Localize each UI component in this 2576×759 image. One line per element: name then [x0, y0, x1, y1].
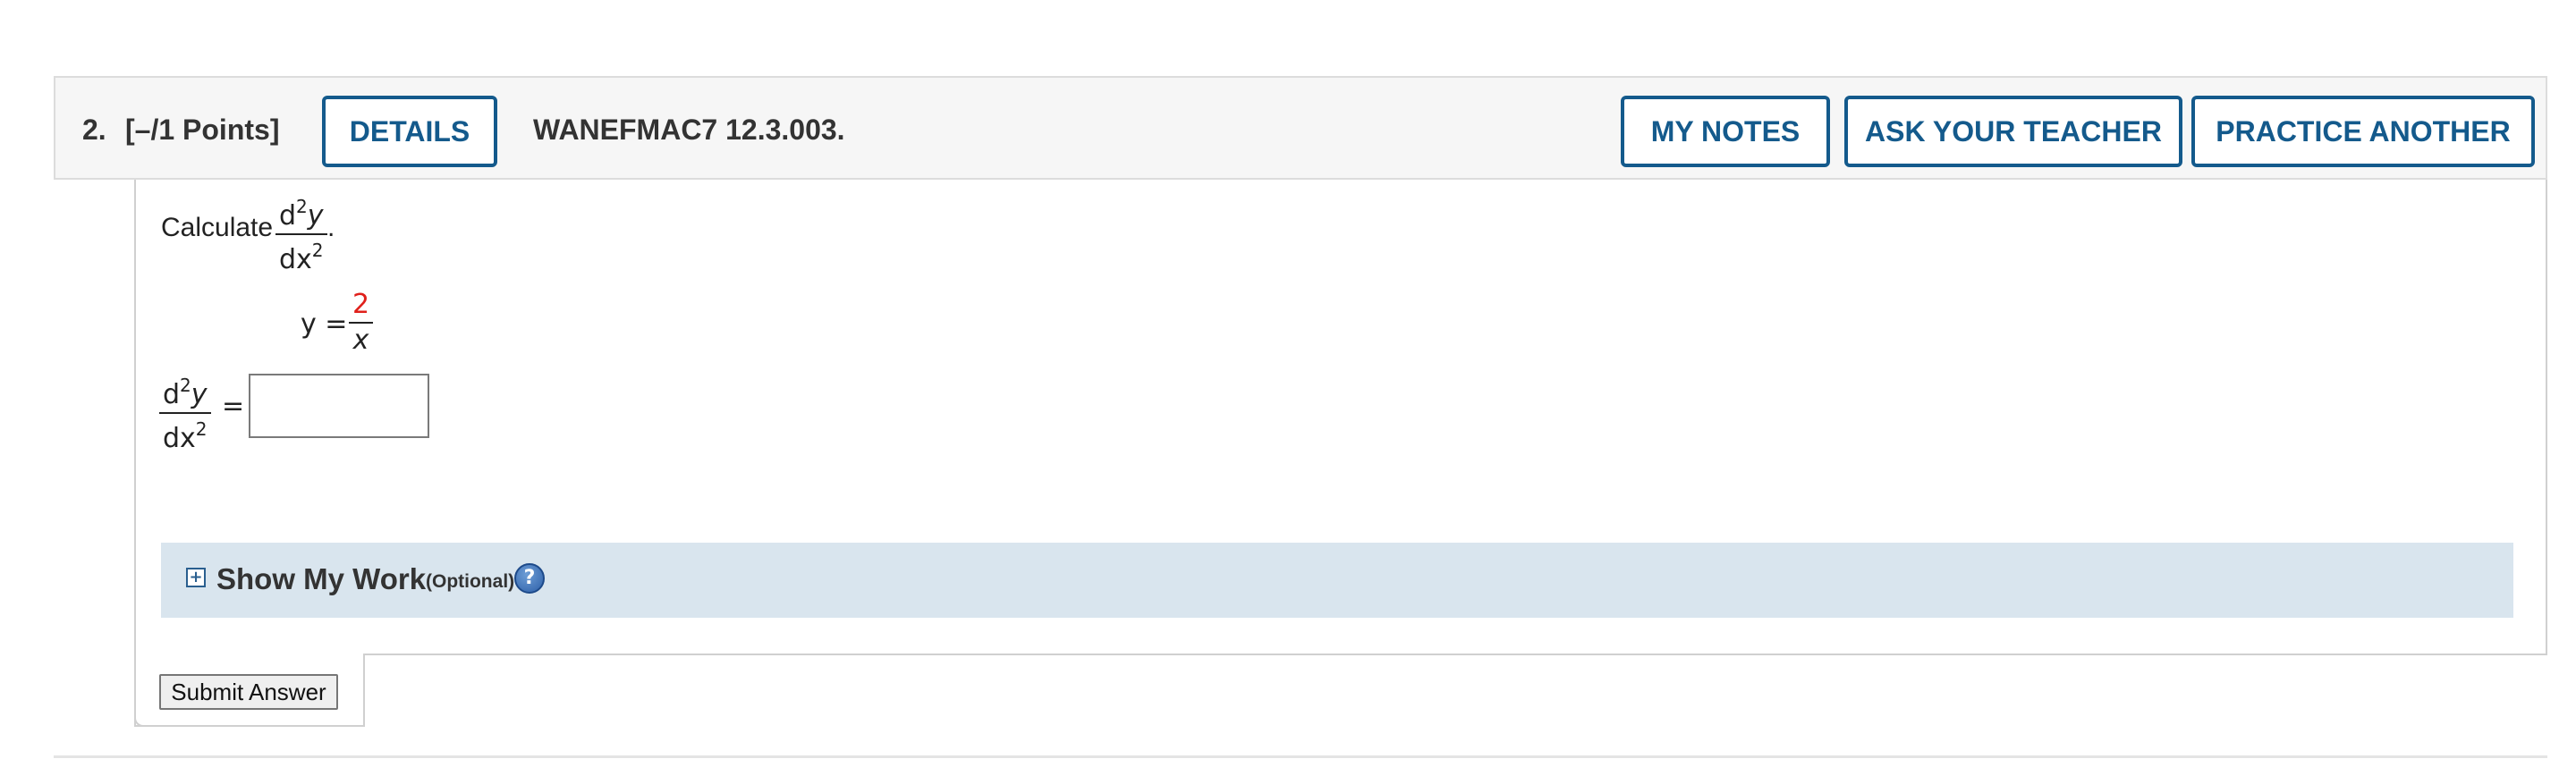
- question-points: [–/1 Points]: [125, 114, 280, 146]
- show-my-work-title[interactable]: Show My Work: [216, 562, 426, 596]
- function-numerator: 2: [352, 289, 370, 320]
- question-body-border-left: [134, 180, 136, 727]
- question-body-border-right: [2546, 180, 2547, 655]
- question-header: 2. [–/1 Points] DETAILS WANEFMAC7 12.3.0…: [54, 76, 2547, 180]
- prompt-label: Calculate: [161, 213, 274, 242]
- expand-plus-icon[interactable]: +: [186, 568, 206, 587]
- function-denominator: x: [352, 325, 369, 356]
- question-body-corner: [134, 711, 150, 727]
- page-divider: [54, 755, 2547, 758]
- fraction-numerator: d2y: [279, 196, 324, 232]
- function-fraction: 2 x: [349, 288, 374, 358]
- fraction-denominator: dx2: [279, 240, 324, 275]
- answer-equals: =: [222, 391, 245, 422]
- prompt-period: .: [327, 213, 335, 242]
- question-body-border-step: [363, 654, 365, 727]
- answer-input[interactable]: [249, 374, 429, 438]
- fraction-numerator: d2y: [163, 375, 208, 410]
- ask-your-teacher-button[interactable]: ASK YOUR TEACHER: [1844, 96, 2182, 167]
- function-lhs: y =: [301, 308, 348, 340]
- question-code: WANEFMAC7 12.3.003.: [533, 114, 845, 146]
- practice-another-button[interactable]: PRACTICE ANOTHER: [2191, 96, 2535, 167]
- details-button[interactable]: DETAILS: [322, 96, 497, 167]
- question-number: 2.: [82, 114, 106, 146]
- question-body-border-bottom: [363, 654, 2547, 655]
- my-notes-button[interactable]: MY NOTES: [1621, 96, 1830, 167]
- show-my-work-bar[interactable]: + Show My Work (Optional) ?: [161, 543, 2513, 618]
- submit-answer-button[interactable]: Submit Answer: [159, 674, 338, 710]
- answer-derivative-fraction: d2y dx2: [159, 370, 211, 456]
- fraction-denominator: dx2: [163, 418, 208, 454]
- question-body-border-bottom-left: [134, 725, 365, 727]
- help-icon[interactable]: ?: [514, 563, 545, 594]
- second-derivative-fraction: d2y dx2: [275, 191, 327, 277]
- show-my-work-optional: (Optional): [426, 571, 515, 592]
